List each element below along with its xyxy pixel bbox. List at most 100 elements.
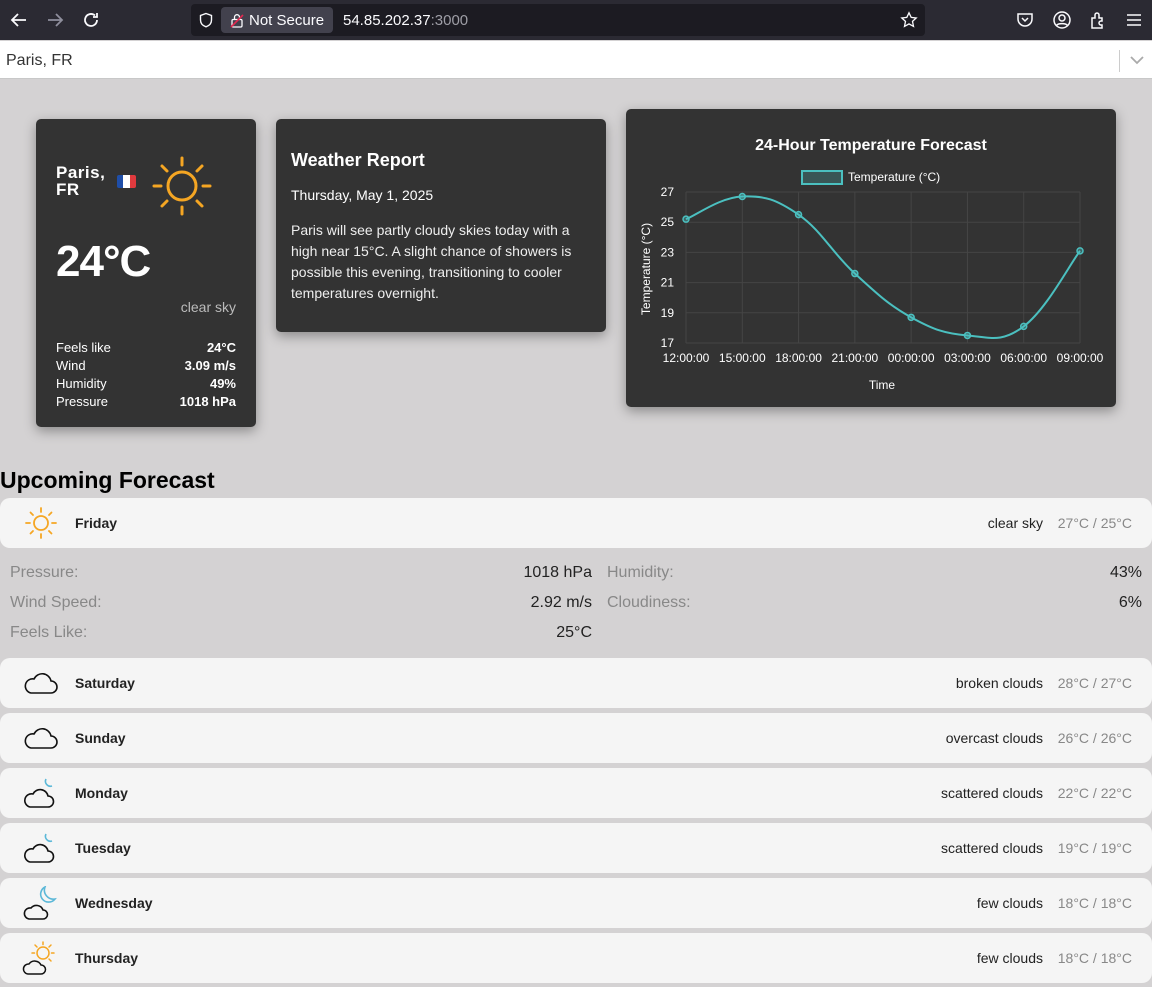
legend-label[interactable]: Temperature (°C): [848, 170, 940, 184]
detail-cloudiness: Cloudiness: 6%: [607, 594, 1142, 624]
detail-value: 25°C: [556, 624, 592, 641]
x-axis-label: Time: [869, 378, 896, 392]
stat-value: 24°C: [206, 340, 236, 355]
data-point[interactable]: [1019, 322, 1028, 331]
forecast-condition: few clouds: [976, 895, 1043, 911]
temperature-line: [685, 195, 1081, 339]
chevron-down-icon[interactable]: [1129, 53, 1145, 67]
data-point[interactable]: [963, 331, 972, 340]
cloud-icon: [24, 673, 58, 694]
x-tick-label: 09:00:00: [1057, 351, 1104, 365]
stat-feels-like: Feels like 24°C: [56, 340, 236, 358]
reload-button[interactable]: [79, 8, 103, 32]
forecast-condition: scattered clouds: [941, 840, 1043, 856]
data-point[interactable]: [738, 192, 747, 201]
detail-feels-like: Feels Like: 25°C: [10, 624, 592, 654]
stat-label: Humidity: [56, 376, 107, 391]
legend-swatch[interactable]: [801, 170, 843, 185]
stat-value: 3.09 m/s: [184, 358, 236, 373]
back-button[interactable]: [7, 8, 31, 32]
cloud-moon-icon: [24, 833, 55, 863]
y-axis-ticks: 27 25 23 21 19 17: [661, 185, 675, 350]
forecast-day: Thursday: [75, 950, 139, 966]
cloud-icon: [24, 728, 58, 749]
forecast-row-thursday[interactable]: Thursday few clouds 18°C / 18°C: [0, 933, 1152, 983]
y-tick-label: 27: [661, 185, 675, 199]
url-host: 54.85.202.37: [343, 12, 431, 29]
x-tick-label: 00:00:00: [888, 351, 935, 365]
data-point[interactable]: [851, 269, 859, 278]
forecast-day: Saturday: [75, 675, 135, 691]
forecast-row-tuesday[interactable]: Tuesday scattered clouds 19°C / 19°C: [0, 823, 1152, 873]
sun-icon: [25, 507, 57, 539]
data-point[interactable]: [1076, 247, 1084, 255]
forward-button[interactable]: [43, 8, 67, 32]
report-text: Paris will see partly cloudy skies today…: [291, 222, 572, 301]
forecast-range: 18°C / 18°C: [1057, 950, 1132, 966]
report-title: Weather Report: [291, 150, 425, 170]
cloud-moon-icon: [24, 778, 55, 808]
stat-pressure: Pressure 1018 hPa: [56, 394, 236, 412]
forecast-row-sunday[interactable]: Sunday overcast clouds 26°C / 26°C: [0, 713, 1152, 763]
forecast-condition: scattered clouds: [941, 785, 1043, 801]
x-tick-label: 06:00:00: [1000, 351, 1047, 365]
detail-value: 1018 hPa: [523, 564, 592, 581]
arrow-right-icon: [48, 13, 64, 27]
extensions-icon[interactable]: [1088, 10, 1108, 30]
report-date: Thursday, May 1, 2025: [291, 187, 434, 203]
bookmark-star-icon[interactable]: [900, 11, 918, 29]
forecast-day: Friday: [75, 515, 118, 531]
detail-wind: Wind Speed: 2.92 m/s: [10, 594, 592, 624]
current-temperature: 24°C: [56, 237, 151, 286]
forecast-range: 22°C / 22°C: [1057, 785, 1132, 801]
forecast-row-saturday[interactable]: Saturday broken clouds 28°C / 27°C: [0, 658, 1152, 708]
y-tick-label: 25: [661, 215, 675, 229]
y-tick-label: 21: [661, 276, 675, 290]
detail-label: Wind Speed:: [10, 594, 102, 611]
city-label: Paris,: [56, 163, 106, 182]
shield-icon[interactable]: [198, 12, 214, 28]
cloud-moon-icon: [23, 886, 57, 920]
location-select[interactable]: Paris, FR: [0, 41, 1152, 79]
data-point[interactable]: [682, 215, 690, 223]
stat-label: Pressure: [56, 394, 109, 409]
security-indicator[interactable]: Not Secure: [221, 7, 333, 33]
forecast-row-friday[interactable]: Friday clear sky 27°C / 25°C: [0, 498, 1152, 548]
forecast-row-wednesday[interactable]: Wednesday few clouds 18°C / 18°C: [0, 878, 1152, 928]
detail-value: 6%: [1118, 594, 1142, 611]
forecast-condition: few clouds: [976, 950, 1043, 966]
menu-icon[interactable]: [1124, 10, 1144, 30]
x-tick-label: 15:00:00: [719, 351, 766, 365]
detail-label: Feels Like:: [10, 624, 88, 641]
detail-label: Humidity:: [607, 564, 674, 581]
current-stats: Feels like 24°C Wind 3.09 m/s Humidity 49% …: [56, 340, 236, 412]
france-flag-icon: [117, 175, 136, 188]
x-axis-ticks: 12:00:00 15:00:00 18:00:00 21:00:00 00:00:00…: [663, 351, 1104, 365]
url-bar[interactable]: Not Secure 54.85.202.37:3000: [191, 4, 925, 36]
data-point[interactable]: [907, 313, 915, 322]
detail-humidity: Humidity: 43%: [607, 564, 1142, 594]
x-tick-label: 12:00:00: [663, 351, 710, 365]
url-text[interactable]: 54.85.202.37:3000: [343, 12, 468, 29]
url-port: :3000: [430, 12, 469, 29]
forecast-range: 19°C / 19°C: [1057, 840, 1132, 856]
y-axis-label: Temperature (°C): [639, 223, 653, 315]
y-tick-label: 23: [661, 245, 675, 259]
current-weather-card: Paris, FR 24°C clear sky Feels like 24°C …: [36, 119, 256, 427]
country-label: FR: [56, 180, 80, 199]
detail-value: 43%: [1109, 564, 1142, 581]
forecast-details-friday: Pressure: 1018 hPa Wind Speed: 2.92 m/s Fe…: [0, 558, 1152, 648]
stat-label: Wind: [56, 358, 86, 373]
data-point[interactable]: [794, 210, 803, 219]
pocket-icon[interactable]: [1015, 10, 1035, 30]
arrow-left-icon: [10, 13, 26, 27]
stat-wind: Wind 3.09 m/s: [56, 358, 236, 376]
select-divider: [1119, 50, 1120, 72]
browser-toolbar: Not Secure 54.85.202.37:3000: [0, 0, 1152, 40]
stat-label: Feels like: [56, 340, 111, 355]
temperature-chart-card: 24-Hour Temperature Forecast Temperature…: [626, 109, 1116, 407]
x-tick-label: 03:00:00: [944, 351, 991, 365]
sun-cloud-icon: [22, 941, 55, 975]
forecast-row-monday[interactable]: Monday scattered clouds 22°C / 22°C: [0, 768, 1152, 818]
account-icon[interactable]: [1052, 10, 1072, 30]
